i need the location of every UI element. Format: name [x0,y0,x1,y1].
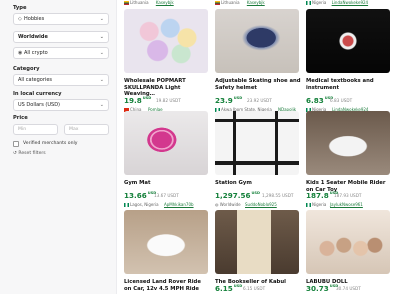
reset-icon: ↺ [13,151,17,156]
product-image[interactable] [215,9,299,73]
verified-checkbox[interactable] [13,141,19,147]
flag-icon [215,1,220,5]
category-select[interactable]: All categories ⌄ [13,74,109,86]
product-image[interactable] [215,210,299,274]
currency-select[interactable]: US Dollars (USD) ⌄ [13,99,109,111]
usdt-price: 19.82 USDT [156,98,181,103]
usdt-price: 1,298.55 USDT [262,193,294,198]
reset-filters-link[interactable]: ↺ Reset filters [13,151,46,156]
product-price: 13.66USD [124,191,157,200]
product-title[interactable]: Gym Mat [124,180,210,187]
chevron-down-icon: ⌄ [99,77,104,83]
verified-label: Verified merchants only [23,141,78,146]
chevron-down-icon: ⌄ [99,102,104,108]
flag-icon [306,203,311,207]
chevron-down-icon: ⌄ [99,16,104,22]
region-select[interactable]: Worldwide ⌄ [13,31,109,43]
usdt-price: 187.93 USDT [334,193,362,198]
price-max-input[interactable]: Max [64,124,109,135]
product-image[interactable] [124,210,208,274]
type-select[interactable]: ◇ Hobbies ⌄ [13,13,109,25]
product-image[interactable] [306,210,390,274]
price-min-input[interactable]: Min [13,124,58,135]
usdt-price: 23.92 USDT [247,98,272,103]
product-location: ◍ Worldwide [215,202,241,207]
product-price: 23.9USD [215,96,243,105]
usdt-price: 6.83 USDT [330,98,353,103]
usdt-price: 6.15 USDT [243,286,266,291]
product-title[interactable]: Station Gym [215,180,301,187]
product-price: 30.73USD [306,284,339,293]
product-title[interactable]: Adjustable Skating shoe and Safety helme… [215,78,301,91]
partial-card-meta: Lithuania Kaseybjk [215,0,265,5]
partial-card-meta: Nigeria LindaNwokeke924 [306,0,368,5]
product-image[interactable] [215,111,299,175]
price-label: Price [13,115,28,121]
chevron-down-icon: ⌄ [99,50,104,56]
product-location: Nigeria [306,202,326,207]
product-image[interactable] [306,9,390,73]
type-label: Type [13,5,27,11]
usdt-price: 30.74 USDT [336,286,361,291]
merchant-link[interactable]: LindaNwokeke924 [332,0,368,5]
product-price: 1,297.56USD [215,191,260,200]
merchant-link[interactable]: SuddoNoblo925 [245,202,277,207]
product-image[interactable] [306,111,390,175]
merchant-link[interactable]: JaylukNwose961 [330,202,363,207]
category-label: Category [13,66,40,72]
usdt-price: 13.67 USDT [154,193,179,198]
merchant-link[interactable]: ApMhkikan70b [164,202,194,207]
crypto-select[interactable]: ◉ All crypto ⌄ [13,47,109,59]
product-location: Lagos, Nigeria [124,202,159,207]
product-image[interactable] [124,111,208,175]
product-title[interactable]: Wholesale POPMART SKULLPANDA Light Weavi… [124,78,210,98]
product-image[interactable] [124,9,208,73]
product-title[interactable]: Medical textbooks and instrument [306,78,392,91]
flag-icon [306,1,311,5]
chevron-down-icon: ⌄ [99,34,104,40]
flag-icon [124,203,129,207]
flag-icon [124,1,129,5]
product-price: 19.8USD [124,96,152,105]
product-title[interactable]: Licensed Land Rover Ride on Car, 12v 4.5… [124,279,210,292]
product-price: 6.15USD [215,284,243,293]
merchant-link[interactable]: Kaseybjk [247,0,265,5]
merchant-link[interactable]: Kaseybjk [156,0,174,5]
currency-label: In local currency [13,91,62,97]
filters-sidebar: Type ◇ Hobbies ⌄ Worldwide ⌄ ◉ All crypto … [0,0,117,294]
partial-card-meta: Lithuania Kaseybjk [124,0,174,5]
